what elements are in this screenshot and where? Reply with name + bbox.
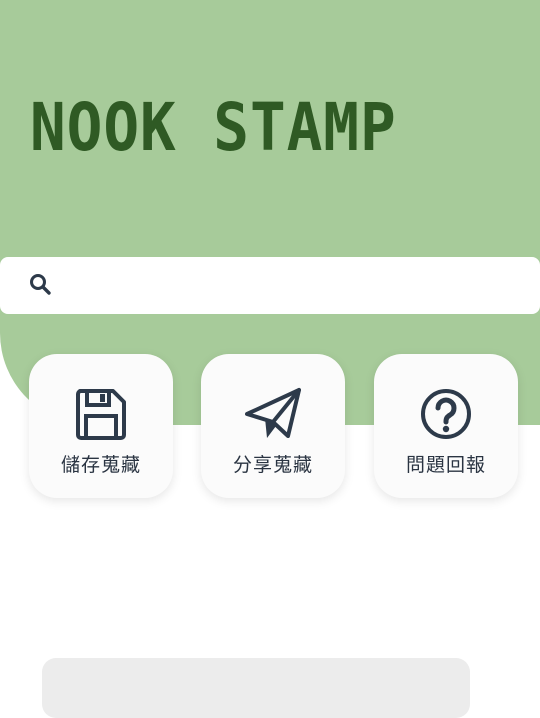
question-circle-icon xyxy=(421,389,471,439)
paper-plane-icon xyxy=(245,388,301,438)
search-bar[interactable] xyxy=(0,257,540,314)
search-icon xyxy=(30,274,51,295)
report-issue-label: 問題回報 xyxy=(405,454,486,476)
app-title: NOOK STAMP xyxy=(30,89,397,166)
content-panel xyxy=(42,658,470,718)
floppy-disk-icon xyxy=(76,389,126,440)
share-collection-label: 分享蒐藏 xyxy=(232,454,313,476)
search-input[interactable] xyxy=(64,269,528,303)
report-issue-button[interactable]: 問題回報 xyxy=(374,354,518,498)
save-collection-button[interactable]: 儲存蒐藏 xyxy=(29,354,173,498)
save-collection-label: 儲存蒐藏 xyxy=(60,454,141,476)
share-collection-button[interactable]: 分享蒐藏 xyxy=(201,354,345,498)
